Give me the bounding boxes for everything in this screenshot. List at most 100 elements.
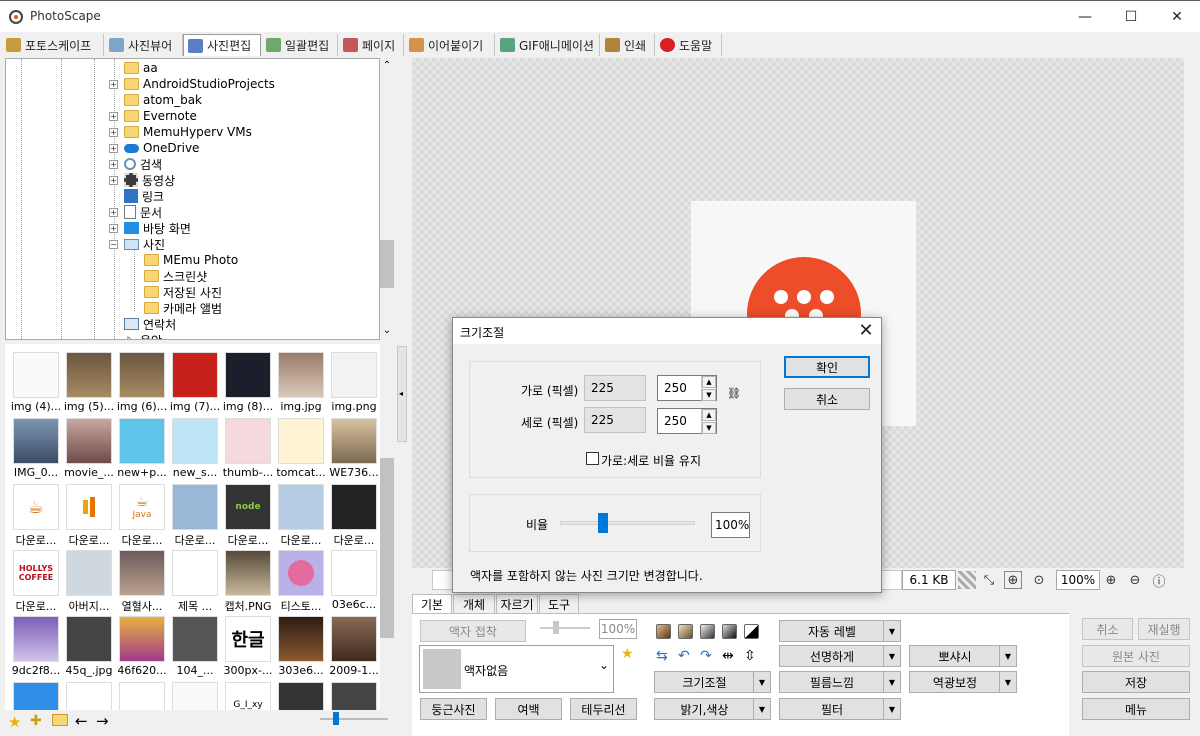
- tree-item-documents[interactable]: 문서: [124, 204, 162, 220]
- tree-item-screenshots[interactable]: 스크린샷: [144, 268, 207, 284]
- tree-item-androidstudioprojects[interactable]: AndroidStudioProjects: [124, 76, 275, 92]
- folder-icon[interactable]: [52, 714, 68, 726]
- zoom-out-icon[interactable]: ⊖: [1126, 571, 1144, 589]
- thumbnail[interactable]: 제목 ...: [170, 548, 220, 612]
- ratio-value[interactable]: 100%: [711, 512, 750, 538]
- thumbnail[interactable]: img (6)...: [117, 350, 167, 413]
- zoom-fit-icon[interactable]: ⊙: [1030, 571, 1048, 589]
- thumbnail[interactable]: G_I_xy: [223, 680, 273, 710]
- tone-dark-icon[interactable]: [722, 624, 737, 639]
- thumbnail[interactable]: WE736...: [329, 416, 379, 479]
- thumbnail[interactable]: img (7)...: [170, 350, 220, 413]
- folder-tree[interactable]: aa + AndroidStudioProjects atom_bak + Ev…: [5, 58, 380, 340]
- rotate-flip-icon[interactable]: ⇆: [656, 648, 668, 664]
- checker-icon[interactable]: [958, 571, 976, 589]
- tree-item-pictures[interactable]: 사진: [124, 236, 165, 252]
- rotate-left-icon[interactable]: ↶: [678, 648, 690, 664]
- expand-icon[interactable]: +: [109, 208, 118, 217]
- tone-brown-icon[interactable]: [656, 624, 671, 639]
- thumbnail[interactable]: [117, 680, 167, 710]
- round-photo-button[interactable]: 둥근사진: [420, 698, 487, 720]
- thumbnail[interactable]: 캡처.PNG: [223, 548, 273, 612]
- thumbnail[interactable]: movie_...: [64, 416, 114, 479]
- resize-button[interactable]: 크기조절: [654, 671, 771, 693]
- undo-button[interactable]: 취소: [1082, 618, 1133, 640]
- expand-icon[interactable]: +: [109, 112, 118, 121]
- tree-item-links[interactable]: 링크: [124, 188, 164, 204]
- thumbnail-scroll-thumb[interactable]: [380, 458, 394, 638]
- collapse-arrow-icon[interactable]: ◂: [399, 389, 403, 398]
- thumbnail[interactable]: 티스토...: [276, 548, 326, 612]
- thumbnail[interactable]: 다운로...: [329, 482, 379, 546]
- panel-splitter[interactable]: ◂: [397, 346, 407, 442]
- tone-bw-icon[interactable]: [744, 624, 759, 639]
- frame-select[interactable]: 액자없음 ⌄: [419, 645, 614, 693]
- scroll-up-icon[interactable]: ⌃: [380, 60, 394, 72]
- bloom-button[interactable]: 뽀샤시: [909, 645, 1017, 667]
- chevron-up-icon[interactable]: ▲: [702, 376, 716, 388]
- star-icon[interactable]: ★: [8, 713, 21, 731]
- canvas-scrollbar[interactable]: [1184, 58, 1200, 568]
- thumbnail[interactable]: [170, 680, 220, 710]
- dialog-close-icon[interactable]: ✕: [852, 318, 880, 342]
- tree-item-saved-pictures[interactable]: 저장된 사진: [144, 284, 222, 300]
- thumbnail[interactable]: new_s...: [170, 416, 220, 479]
- thumbnail[interactable]: 열혈사...: [117, 548, 167, 612]
- info-icon[interactable]: ⓘ: [1150, 571, 1168, 590]
- thumbnail[interactable]: 다운로...: [170, 482, 220, 546]
- collapse-icon[interactable]: −: [109, 240, 118, 249]
- thumbnail[interactable]: img (4)...: [11, 350, 61, 413]
- tree-item-videos[interactable]: 동영상: [124, 172, 175, 188]
- expand-icon[interactable]: +: [109, 80, 118, 89]
- tab-object[interactable]: 개체: [453, 594, 495, 614]
- tree-scroll-thumb[interactable]: [380, 240, 394, 288]
- tab-tools[interactable]: 도구: [539, 594, 579, 614]
- height-stepper[interactable]: ▲ ▼: [701, 409, 716, 435]
- thumbnail[interactable]: HOLLYS COFFEE 다운로...: [11, 548, 61, 612]
- filter-button[interactable]: 필터: [779, 698, 901, 720]
- tab-batch[interactable]: 일괄편집: [262, 34, 338, 56]
- tree-item-desktop[interactable]: 바탕 화면: [124, 220, 191, 236]
- tree-item-contacts[interactable]: 연락처: [124, 316, 176, 332]
- tab-basic[interactable]: 기본: [412, 594, 452, 614]
- tree-item-aa[interactable]: aa: [124, 60, 158, 76]
- ok-button[interactable]: 확인: [784, 356, 870, 378]
- thumbnail[interactable]: tomcat...: [276, 416, 326, 479]
- thumbnail[interactable]: 다운로...: [276, 482, 326, 546]
- frame-fit-button[interactable]: 액자 접착: [420, 620, 526, 642]
- tab-photoscape[interactable]: 포토스케이프: [2, 34, 104, 56]
- tree-item-onedrive[interactable]: OneDrive: [124, 140, 199, 156]
- tree-scrollbar[interactable]: [380, 58, 394, 340]
- expand-icon[interactable]: +: [109, 176, 118, 185]
- scroll-down-icon[interactable]: ⌄: [380, 325, 394, 337]
- keep-ratio-checkbox[interactable]: [586, 452, 599, 465]
- tree-item-memuhyperv[interactable]: MemuHyperv VMs: [124, 124, 252, 140]
- thumbnail[interactable]: ☕ Java 다운로...: [117, 482, 167, 546]
- tree-item-search[interactable]: 검색: [124, 156, 162, 172]
- add-favorite-icon[interactable]: ✚: [30, 713, 42, 729]
- thumbnail[interactable]: IMG_0...: [11, 416, 61, 479]
- thumbnail[interactable]: 03e6c...: [329, 548, 379, 611]
- thumbnail[interactable]: [276, 680, 326, 710]
- zoom-in-icon[interactable]: ⊕: [1102, 571, 1120, 589]
- tab-combine[interactable]: 이어붙이기: [405, 34, 495, 56]
- tree-item-memu-photo[interactable]: MEmu Photo: [144, 252, 238, 268]
- margin-button[interactable]: 여백: [495, 698, 562, 720]
- rotate-right-icon[interactable]: ↷: [700, 648, 712, 664]
- cancel-button[interactable]: 취소: [784, 388, 870, 410]
- tree-item-atom-bak[interactable]: atom_bak: [124, 92, 202, 108]
- tab-viewer[interactable]: 사진뷰어: [105, 34, 183, 56]
- expand-icon[interactable]: +: [109, 144, 118, 153]
- thumbnail[interactable]: img.jpg: [276, 350, 326, 413]
- film-effect-button[interactable]: 필름느낌: [779, 671, 901, 693]
- chevron-down-icon[interactable]: ▼: [702, 422, 716, 434]
- expand-icon[interactable]: +: [109, 224, 118, 233]
- favorite-star-icon[interactable]: ★: [621, 646, 634, 662]
- save-button[interactable]: 저장: [1082, 671, 1190, 693]
- thumbnail[interactable]: node 다운로...: [223, 482, 273, 546]
- actual-size-icon[interactable]: ⊕: [1004, 571, 1022, 589]
- tab-gif[interactable]: GIF애니메이션: [496, 34, 600, 56]
- redo-button[interactable]: 재실행: [1138, 618, 1190, 640]
- ratio-slider-handle[interactable]: [598, 513, 608, 533]
- thumbnail[interactable]: thumb-...: [223, 416, 273, 479]
